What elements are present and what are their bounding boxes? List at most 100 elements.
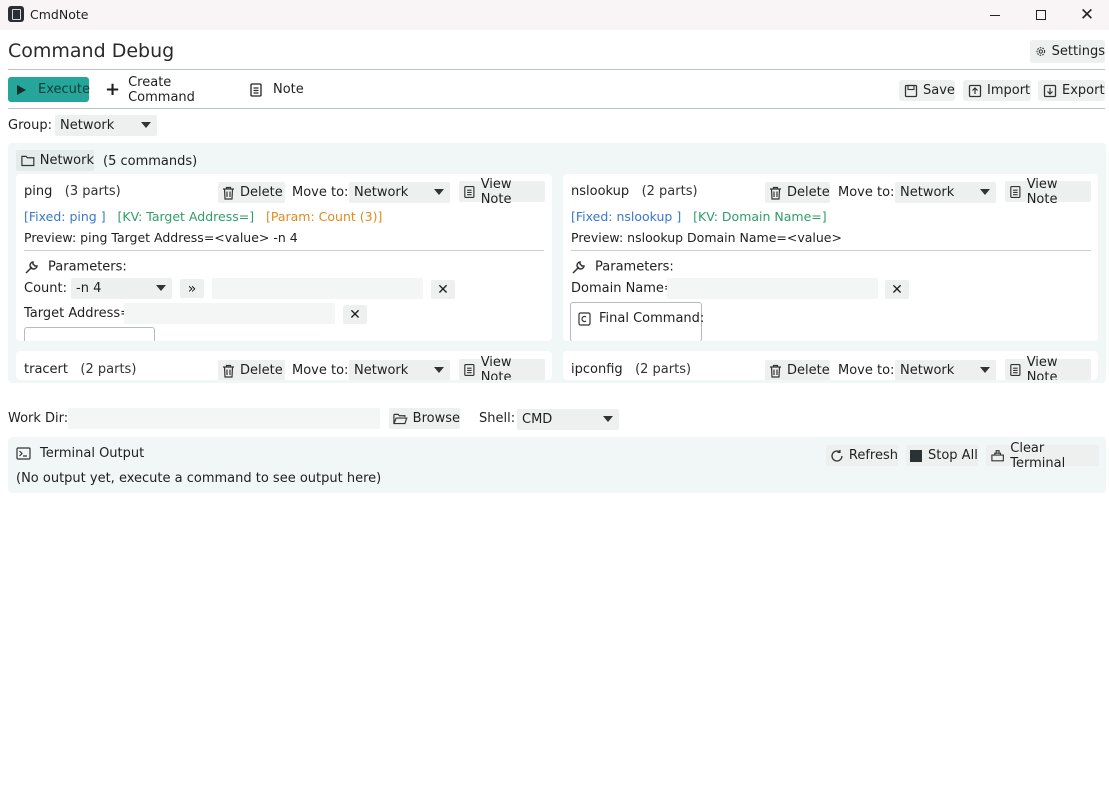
chevron-down-icon	[980, 367, 990, 373]
group-folder-button[interactable]: Network	[16, 150, 94, 171]
command-card-ping: ping (3 parts) Delete Move to: Network V…	[16, 174, 552, 341]
view-note-button[interactable]: View Note	[1005, 177, 1091, 207]
wrench-icon	[25, 261, 38, 274]
workdir-input[interactable]	[68, 408, 380, 429]
import-button[interactable]: Import	[963, 80, 1031, 101]
close-icon: ✕	[1079, 4, 1095, 25]
move-to-label: Move to:	[838, 363, 895, 378]
command-card-nslookup: nslookup (2 parts) Delete Move to: Netwo…	[563, 174, 1098, 341]
group-select[interactable]: Network	[55, 115, 157, 136]
parameters-label: Parameters:	[595, 259, 674, 275]
move-to-select[interactable]: Network	[349, 182, 450, 203]
command-parts: (3 parts)	[64, 184, 121, 199]
stop-all-button[interactable]: Stop All	[906, 445, 978, 466]
stop-all-label: Stop All	[928, 448, 978, 463]
command-parts: (2 parts)	[641, 184, 698, 199]
command-parts: (2 parts)	[80, 362, 137, 377]
target-address-input[interactable]	[124, 303, 335, 324]
parameters-heading: Parameters:	[24, 259, 127, 275]
delete-button[interactable]: Delete	[765, 182, 830, 203]
delete-label: Delete	[787, 363, 830, 378]
domain-name-input[interactable]	[667, 278, 878, 299]
close-icon: ✕	[437, 281, 449, 298]
double-chevron-right-icon: »	[187, 280, 197, 297]
clear-count-button[interactable]: ✕	[431, 280, 455, 299]
command-name: ping	[24, 184, 53, 199]
delete-button[interactable]: Delete	[218, 182, 285, 203]
create-command-label: Create Command	[128, 74, 195, 105]
group-command-count: (5 commands)	[103, 154, 198, 169]
export-button[interactable]: Export	[1038, 80, 1105, 101]
clear-terminal-button[interactable]: Clear Terminal	[986, 441, 1099, 471]
create-command-button[interactable]: + Create Command	[102, 74, 236, 105]
move-to-label: Move to:	[838, 185, 895, 200]
domain-name-label: Domain Name=	[571, 281, 675, 296]
settings-button[interactable]: Settings	[1030, 40, 1105, 63]
clear-target-button[interactable]: ✕	[343, 305, 367, 324]
move-to-select[interactable]: Network	[895, 360, 996, 380]
execute-button[interactable]: Execute	[8, 77, 90, 102]
view-note-label: View Note	[480, 354, 512, 381]
count-select-value: -n 4	[76, 281, 102, 296]
move-to-value: Network	[354, 185, 409, 200]
settings-label: Settings	[1051, 44, 1105, 59]
app-logo-icon	[8, 6, 24, 22]
browse-button[interactable]: Browse	[389, 408, 460, 429]
save-button[interactable]: Save	[899, 80, 955, 101]
folder-open-icon	[393, 413, 408, 425]
chevron-down-icon	[603, 416, 613, 422]
target-address-label: Target Address=	[24, 306, 132, 321]
page-title: Command Debug	[8, 40, 175, 62]
command-preview: Preview: ping Target Address=<value> -n …	[24, 230, 298, 245]
shell-select-value: CMD	[522, 412, 553, 427]
note-button[interactable]: Note	[247, 77, 307, 102]
expand-button[interactable]: »	[180, 279, 204, 298]
refresh-icon	[831, 449, 843, 462]
command-name: tracert	[24, 362, 68, 377]
view-note-label: View Note	[1026, 176, 1058, 207]
move-to-select[interactable]: Network	[895, 182, 996, 203]
clear-icon	[991, 449, 1004, 461]
chevron-down-icon	[156, 285, 166, 291]
count-custom-input[interactable]	[212, 278, 423, 299]
group-folder-name: Network	[39, 153, 94, 168]
minimize-button[interactable]	[972, 0, 1018, 30]
count-select[interactable]: -n 4	[71, 278, 172, 299]
maximize-button[interactable]	[1018, 0, 1064, 30]
shell-select[interactable]: CMD	[517, 409, 619, 430]
note-icon	[250, 82, 262, 97]
parameters-label: Parameters:	[48, 259, 127, 275]
browse-label: Browse	[412, 411, 460, 426]
tag-param: [Param: Count (3)]	[266, 209, 383, 224]
minimize-icon	[990, 14, 1000, 16]
note-icon	[1010, 185, 1021, 198]
chevron-down-icon	[980, 189, 990, 195]
copy-icon	[578, 311, 591, 326]
move-to-value: Network	[900, 363, 955, 378]
clear-terminal-label: Clear Terminal	[1010, 440, 1066, 471]
play-icon	[17, 84, 26, 95]
maximize-icon	[1036, 10, 1046, 20]
chevron-down-icon	[141, 122, 151, 128]
save-label: Save	[923, 83, 955, 98]
move-to-label: Move to:	[292, 363, 349, 378]
toolbar-divider	[8, 108, 1105, 109]
clear-domain-button[interactable]: ✕	[885, 280, 909, 299]
move-to-select[interactable]: Network	[349, 360, 450, 380]
view-note-button[interactable]: View Note	[459, 355, 545, 380]
view-note-button[interactable]: View Note	[459, 177, 545, 207]
trash-icon	[770, 364, 781, 378]
refresh-button[interactable]: Refresh	[826, 445, 898, 466]
move-to-value: Network	[900, 185, 955, 200]
final-command-box	[24, 327, 155, 341]
trash-icon	[223, 364, 234, 378]
note-icon	[1010, 363, 1021, 376]
tag-fixed: [Fixed: nslookup ]	[571, 209, 682, 224]
delete-label: Delete	[240, 185, 283, 200]
close-window-button[interactable]: ✕	[1064, 0, 1109, 30]
close-icon: ✕	[349, 306, 361, 323]
delete-button[interactable]: Delete	[765, 360, 830, 380]
command-preview: Preview: nslookup Domain Name=<value>	[571, 230, 842, 245]
view-note-button[interactable]: View Note	[1005, 355, 1091, 380]
delete-button[interactable]: Delete	[218, 360, 285, 380]
